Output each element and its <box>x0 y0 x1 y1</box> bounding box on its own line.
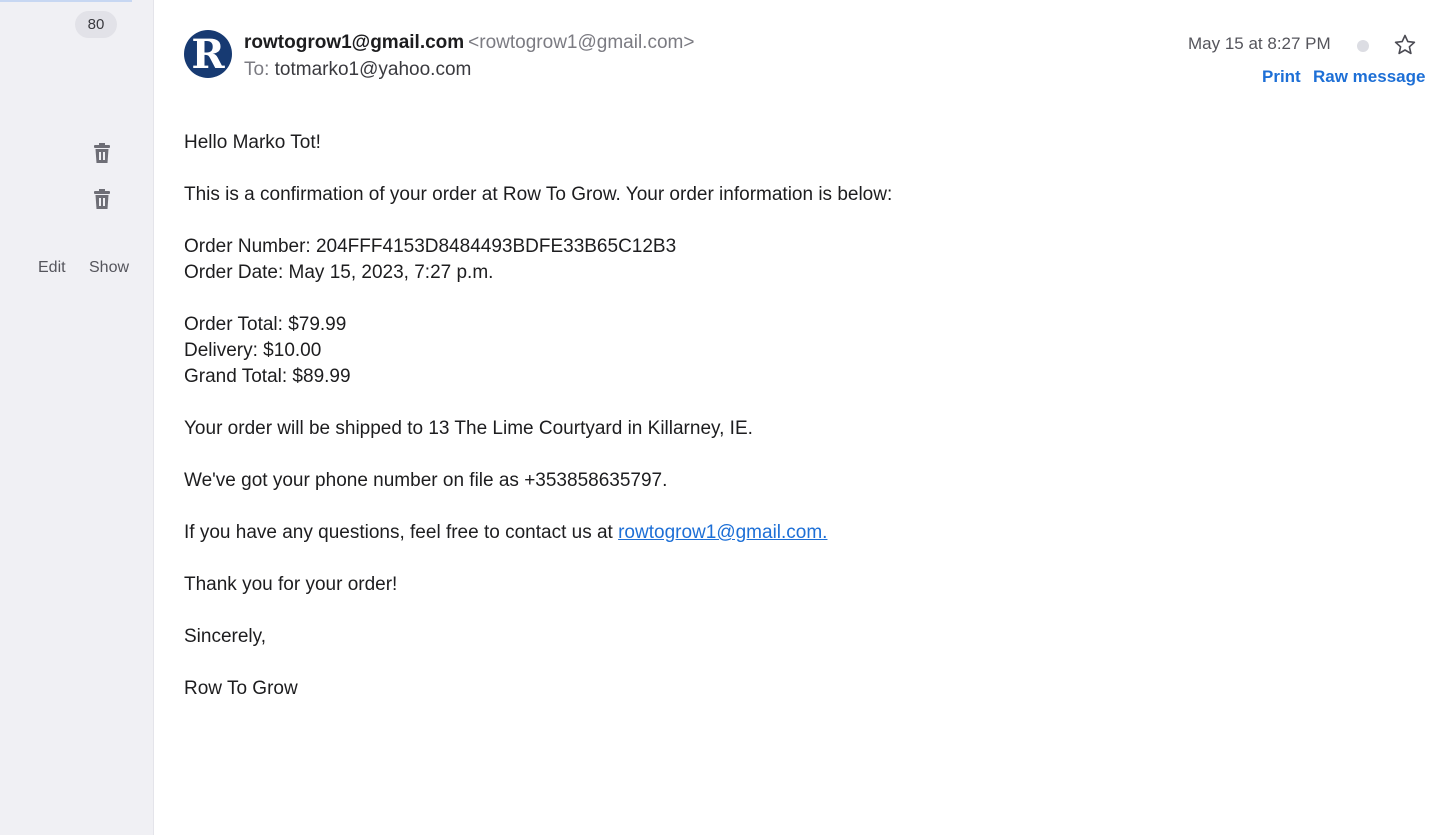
raw-message-link[interactable]: Raw message <box>1313 67 1425 87</box>
grand-total: Grand Total: $89.99 <box>184 366 351 387</box>
sidebar: 80 Edit Show <box>0 0 154 835</box>
message-date: May 15 at 8:27 PM <box>1188 34 1331 53</box>
contact-email-link[interactable]: rowtogrow1@gmail.com. <box>618 522 827 543</box>
unread-dot-icon[interactable] <box>1357 40 1369 52</box>
thanks-line: Thank you for your order! <box>184 574 398 595</box>
avatar-letter: R <box>191 31 225 78</box>
star-icon[interactable] <box>1393 33 1417 57</box>
trash-icon[interactable] <box>92 188 112 210</box>
to-line: To: totmarko1@yahoo.com <box>244 59 471 81</box>
shipping-info: Your order will be shipped to 13 The Lim… <box>184 418 753 439</box>
to-label: To: <box>244 59 270 80</box>
print-link[interactable]: Print <box>1262 67 1301 87</box>
order-total: Order Total: $79.99 <box>184 314 347 335</box>
edit-button[interactable]: Edit <box>38 259 66 277</box>
signature: Row To Grow <box>184 678 298 699</box>
recipient-address[interactable]: totmarko1@yahoo.com <box>275 59 472 80</box>
questions-paragraph: If you have any questions, feel free to … <box>184 520 892 546</box>
phone-info: We've got your phone number on file as +… <box>184 470 668 491</box>
delivery-cost: Delivery: $10.00 <box>184 340 322 361</box>
from-line: rowtogrow1@gmail.com <rowtogrow1@gmail.co… <box>244 32 694 54</box>
message-body: Hello Marko Tot! This is a confirmation … <box>184 130 892 702</box>
greeting: Hello Marko Tot! <box>184 132 321 153</box>
sender-address[interactable]: <rowtogrow1@gmail.com> <box>468 32 694 53</box>
order-date: Order Date: May 15, 2023, 7:27 p.m. <box>184 262 494 283</box>
sender-name[interactable]: rowtogrow1@gmail.com <box>244 32 464 53</box>
sender-avatar: R <box>184 30 232 78</box>
order-number: Order Number: 204FFF4153D8484493BDFE33B6… <box>184 236 677 257</box>
message-count-badge: 80 <box>75 11 117 38</box>
trash-icon[interactable] <box>92 142 112 164</box>
show-button[interactable]: Show <box>89 259 129 277</box>
message-view: R rowtogrow1@gmail.com <rowtogrow1@gmail.… <box>154 0 1447 835</box>
questions-text: If you have any questions, feel free to … <box>184 522 619 543</box>
sign-off: Sincerely, <box>184 626 267 647</box>
sidebar-top-indicator <box>0 0 132 2</box>
intro-paragraph: This is a confirmation of your order at … <box>184 184 893 205</box>
